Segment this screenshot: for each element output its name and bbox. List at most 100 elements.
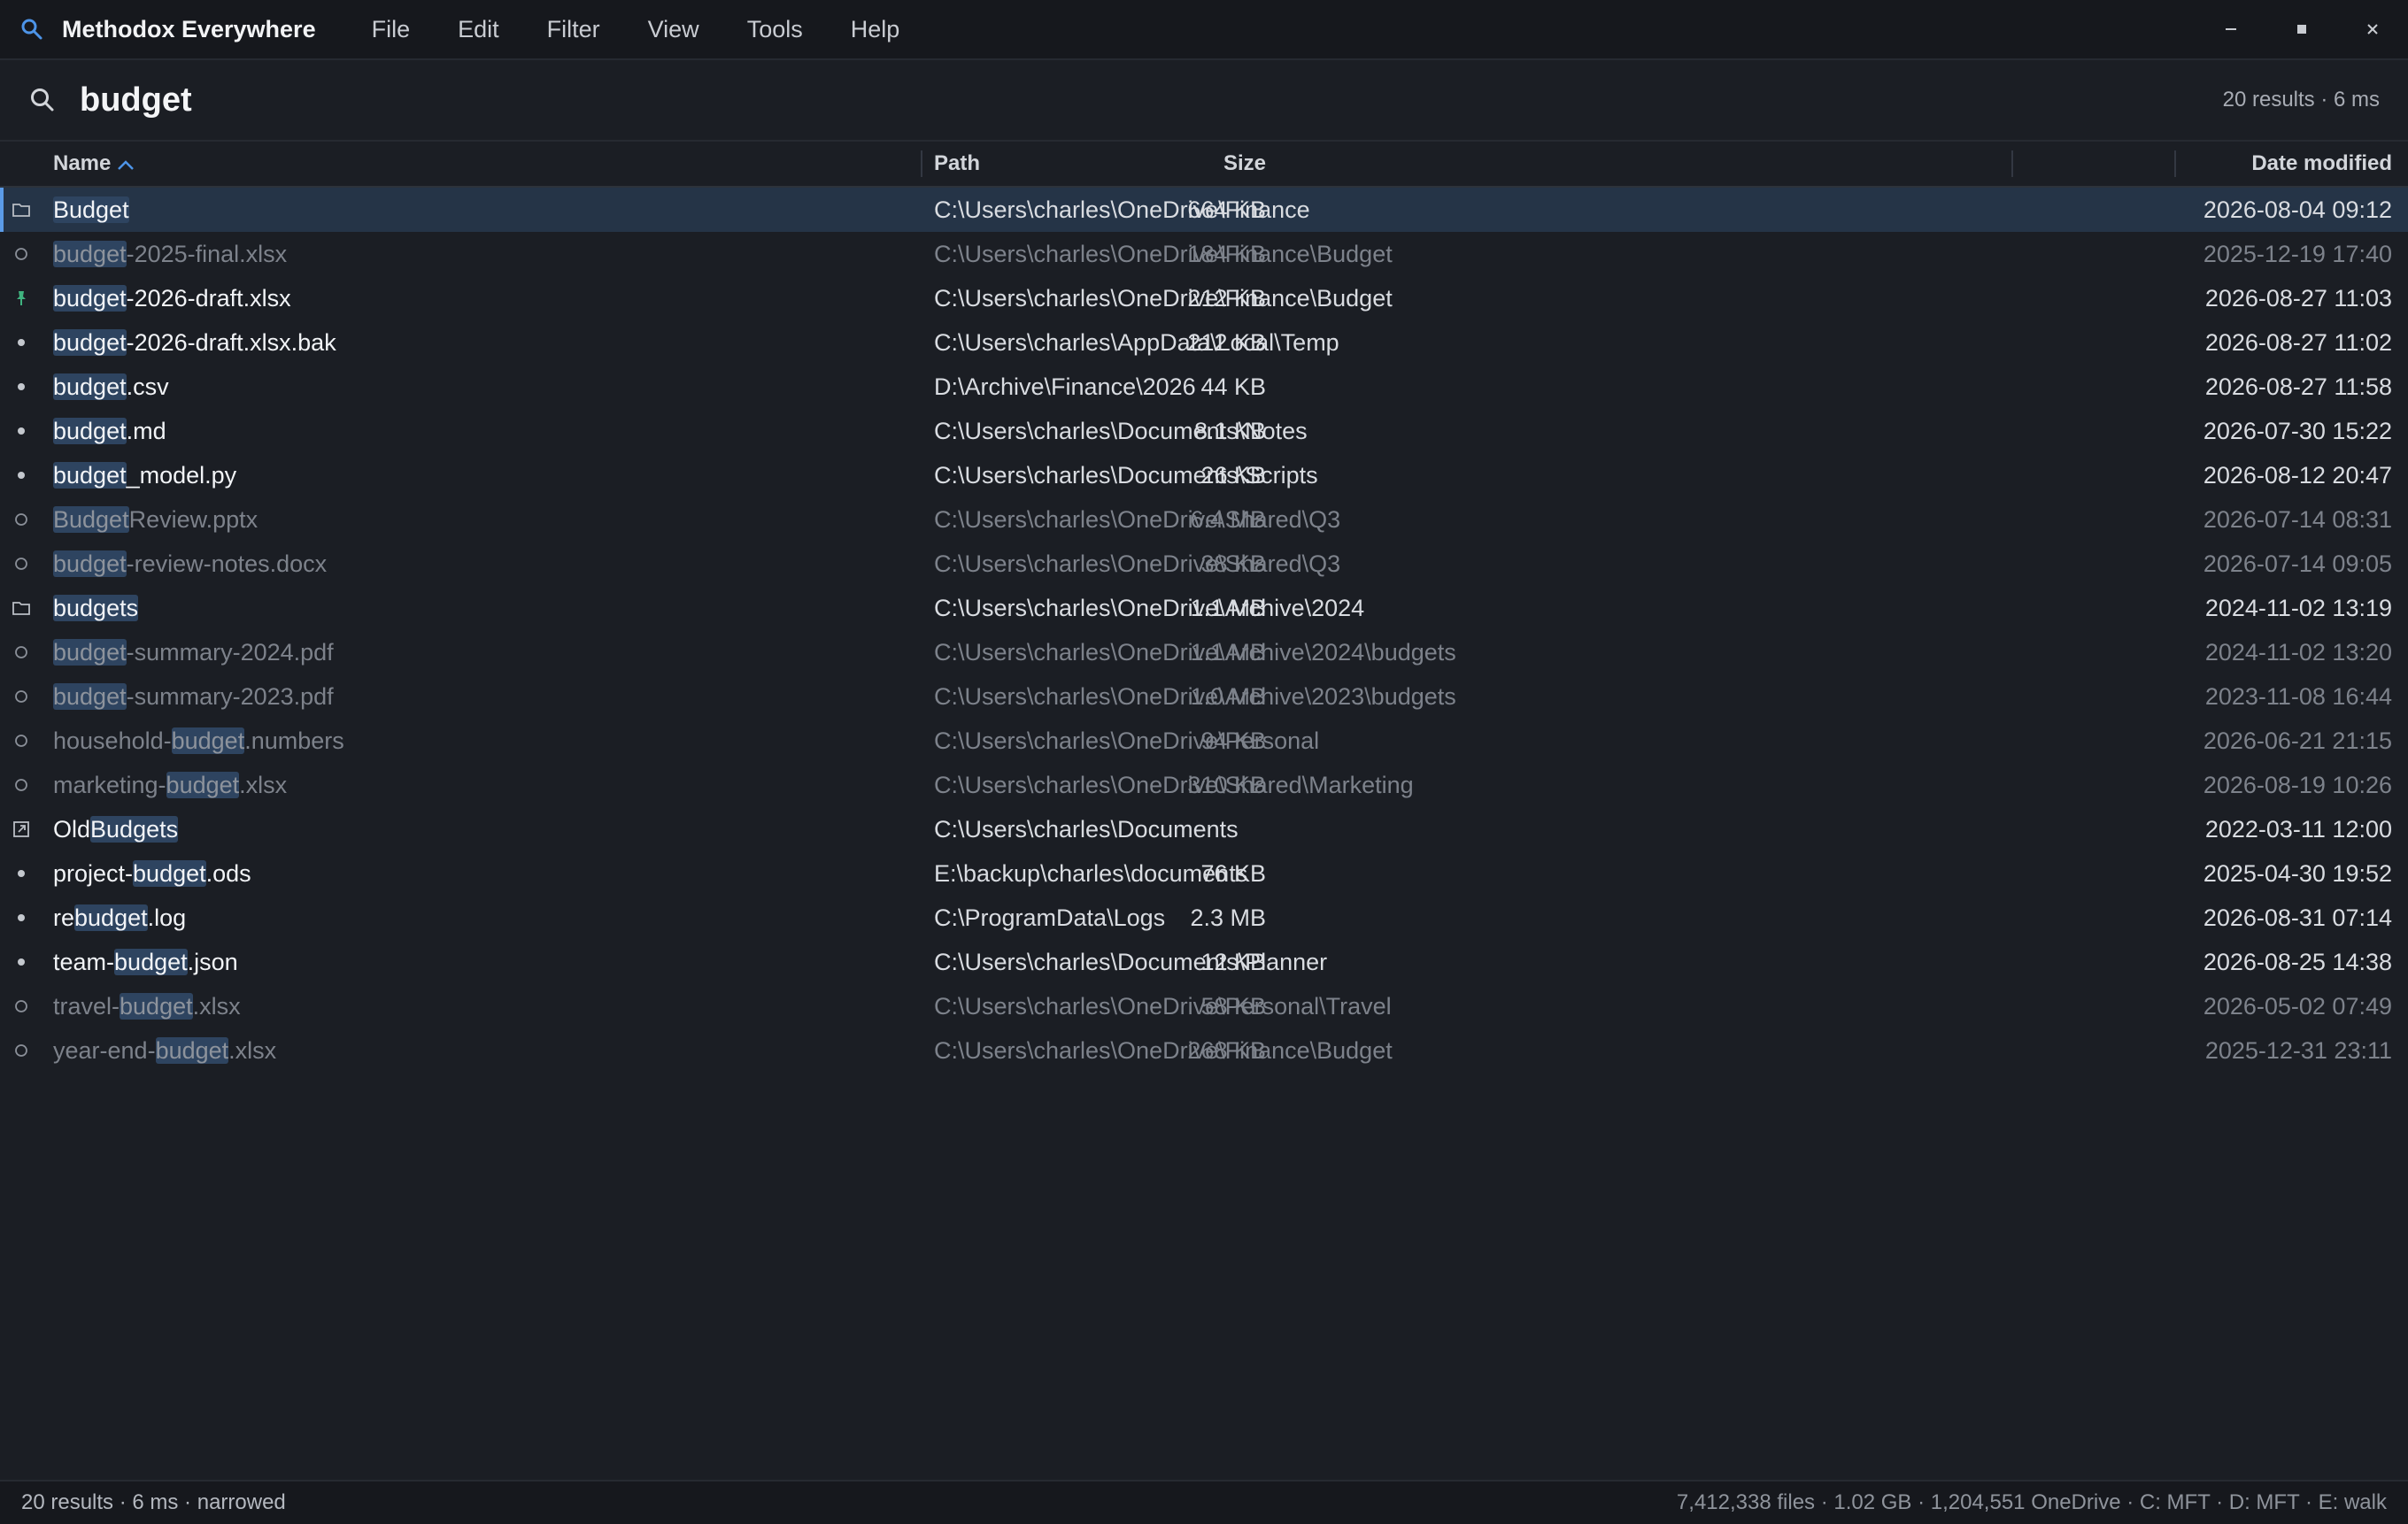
match-highlight: budget xyxy=(53,285,127,312)
status-summary: 20 results · 6 ms · narrowed xyxy=(21,1490,286,1514)
cloud-file-icon xyxy=(11,243,32,265)
row-name: budget.md xyxy=(53,409,166,453)
column-size-header[interactable]: Size xyxy=(1223,142,1266,186)
match-highlight: budget xyxy=(53,329,127,356)
match-highlight: budgets xyxy=(53,595,139,621)
row-size: 212 KB xyxy=(1187,285,1266,312)
row-size: 1.1 MB xyxy=(1190,595,1266,621)
row-name: Budget xyxy=(53,188,129,232)
app-title: Methodox Everywhere xyxy=(62,15,316,42)
menu-help[interactable]: Help xyxy=(827,16,924,43)
close-button[interactable] xyxy=(2337,0,2408,58)
column-divider[interactable] xyxy=(2011,150,2013,177)
row-name-suffix: .ods xyxy=(205,860,251,887)
table-row[interactable]: household-budget.numbers C:\Users\charles… xyxy=(0,719,2408,763)
row-name-prefix: Old xyxy=(53,816,91,843)
column-date-header[interactable]: Date modified xyxy=(2251,142,2392,186)
table-row[interactable]: budget-review-notes.docx C:\Users\charles… xyxy=(0,542,2408,586)
row-size: 58 KB xyxy=(1200,993,1266,1020)
table-row[interactable]: BudgetReview.pptx C:\Users\charles\OneDri… xyxy=(0,497,2408,542)
column-divider[interactable] xyxy=(921,150,922,177)
row-name-prefix: year-end- xyxy=(53,1037,156,1064)
column-name-header[interactable]: Name xyxy=(53,142,135,186)
row-size: 212 KB xyxy=(1187,329,1266,356)
table-row[interactable]: OldBudgets C:\Users\charles\Documents 2022… xyxy=(0,807,2408,851)
row-name: budget-2026-draft.xlsx xyxy=(53,276,291,320)
row-name-suffix: .xlsx xyxy=(192,993,241,1020)
row-name: marketing-budget.xlsx xyxy=(53,763,287,807)
row-date: 2023-11-08 16:44 xyxy=(2204,683,2392,710)
column-path-header[interactable]: Path xyxy=(934,142,980,186)
cloud-file-icon xyxy=(11,642,32,663)
match-highlight: budget xyxy=(53,462,127,489)
index-status: 7,412,338 files · 1.02 GB · 1,204,551 On… xyxy=(1676,1490,2387,1514)
table-row[interactable]: budgets C:\Users\charles\OneDrive\Archive… xyxy=(0,586,2408,630)
file-dot-icon xyxy=(11,376,32,397)
row-size: 184 KB xyxy=(1187,241,1266,267)
table-row[interactable]: budget-2026-draft.xlsx.bak C:\Users\charl… xyxy=(0,320,2408,365)
column-header: Name Path Size Date modified xyxy=(0,142,2408,188)
row-name: household-budget.numbers xyxy=(53,719,344,763)
table-row[interactable]: marketing-budget.xlsx C:\Users\charles\On… xyxy=(0,763,2408,807)
table-row[interactable]: project-budget.ods E:\backup\charles\docu… xyxy=(0,851,2408,896)
menu-file[interactable]: File xyxy=(348,16,435,43)
minimize-button[interactable] xyxy=(2196,0,2266,58)
table-row[interactable]: budget-summary-2024.pdf C:\Users\charles\… xyxy=(0,630,2408,674)
row-name-prefix: household- xyxy=(53,727,172,754)
match-highlight: budget xyxy=(74,904,148,931)
cloud-file-icon xyxy=(11,730,32,751)
table-row[interactable]: budget_model.py C:\Users\charles\Document… xyxy=(0,453,2408,497)
row-date: 2026-08-27 11:58 xyxy=(2204,373,2392,400)
table-row[interactable]: budget.md C:\Users\charles\Documents\Note… xyxy=(0,409,2408,453)
row-name-suffix: -review-notes.docx xyxy=(126,550,328,577)
row-name: budget-summary-2024.pdf xyxy=(53,630,334,674)
table-row[interactable]: Budget C:\Users\charles\OneDrive\Finance 6… xyxy=(0,188,2408,232)
match-highlight: budget xyxy=(53,639,127,666)
table-row[interactable]: team-budget.json C:\Users\charles\Documen… xyxy=(0,940,2408,984)
menu-edit[interactable]: Edit xyxy=(434,16,523,43)
maximize-button[interactable] xyxy=(2266,0,2337,58)
table-row[interactable]: budget-2025-final.xlsx C:\Users\charles\O… xyxy=(0,232,2408,276)
row-name: budget-review-notes.docx xyxy=(53,542,327,586)
table-row[interactable]: budget.csv D:\Archive\Finance\2026 44 KB 20… xyxy=(0,365,2408,409)
row-size: 1.0 MB xyxy=(1190,683,1266,710)
row-path: C:\Users\charles\OneDrive\Shared\Q3 xyxy=(934,550,1341,577)
match-highlight: budget xyxy=(53,550,127,577)
match-highlight: budget xyxy=(133,860,206,887)
pin-icon xyxy=(11,288,32,309)
search-icon xyxy=(31,89,54,112)
search-input[interactable] xyxy=(78,80,1764,120)
column-divider[interactable] xyxy=(2174,150,2176,177)
menu-tools[interactable]: Tools xyxy=(723,16,827,43)
row-name-prefix: team- xyxy=(53,949,115,975)
table-row[interactable]: budget-2026-draft.xlsx C:\Users\charles\O… xyxy=(0,276,2408,320)
match-highlight: budget xyxy=(53,373,127,400)
table-row[interactable]: budget-summary-2023.pdf C:\Users\charles\… xyxy=(0,674,2408,719)
row-date: 2026-07-14 08:31 xyxy=(2203,506,2392,533)
row-path: C:\Users\charles\OneDrive\Shared\Marketi… xyxy=(934,772,1414,798)
shortcut-icon xyxy=(11,819,32,840)
row-date: 2026-08-25 14:38 xyxy=(2203,949,2392,975)
menu-filter[interactable]: Filter xyxy=(523,16,624,43)
table-row[interactable]: travel-budget.xlsx C:\Users\charles\OneDr… xyxy=(0,984,2408,1028)
menu-view[interactable]: View xyxy=(624,16,723,43)
title-bar: Methodox Everywhere File Edit Filter Vie… xyxy=(0,0,2408,60)
menu-bar: File Edit Filter View Tools Help xyxy=(348,16,924,43)
window-controls xyxy=(2196,0,2408,58)
table-row[interactable]: year-end-budget.xlsx C:\Users\charles\One… xyxy=(0,1028,2408,1073)
row-name-suffix: .md xyxy=(126,418,166,444)
row-size: 1.1 MB xyxy=(1190,639,1266,666)
row-date: 2026-08-27 11:03 xyxy=(2204,285,2392,312)
row-name: rebudget.log xyxy=(53,896,186,940)
row-name-suffix: _model.py xyxy=(126,462,237,489)
table-row[interactable]: rebudget.log C:\ProgramData\Logs 2.3 MB 202… xyxy=(0,896,2408,940)
row-name: BudgetReview.pptx xyxy=(53,497,258,542)
file-dot-icon xyxy=(11,907,32,928)
folder-icon xyxy=(11,597,32,619)
match-highlight: budget xyxy=(53,241,127,267)
row-name-suffix: -2025-final.xlsx xyxy=(126,241,288,267)
row-date: 2026-08-12 20:47 xyxy=(2203,462,2392,489)
row-date: 2022-03-11 12:00 xyxy=(2204,816,2392,843)
cloud-file-icon xyxy=(11,1040,32,1061)
row-name-suffix: -summary-2023.pdf xyxy=(126,683,334,710)
